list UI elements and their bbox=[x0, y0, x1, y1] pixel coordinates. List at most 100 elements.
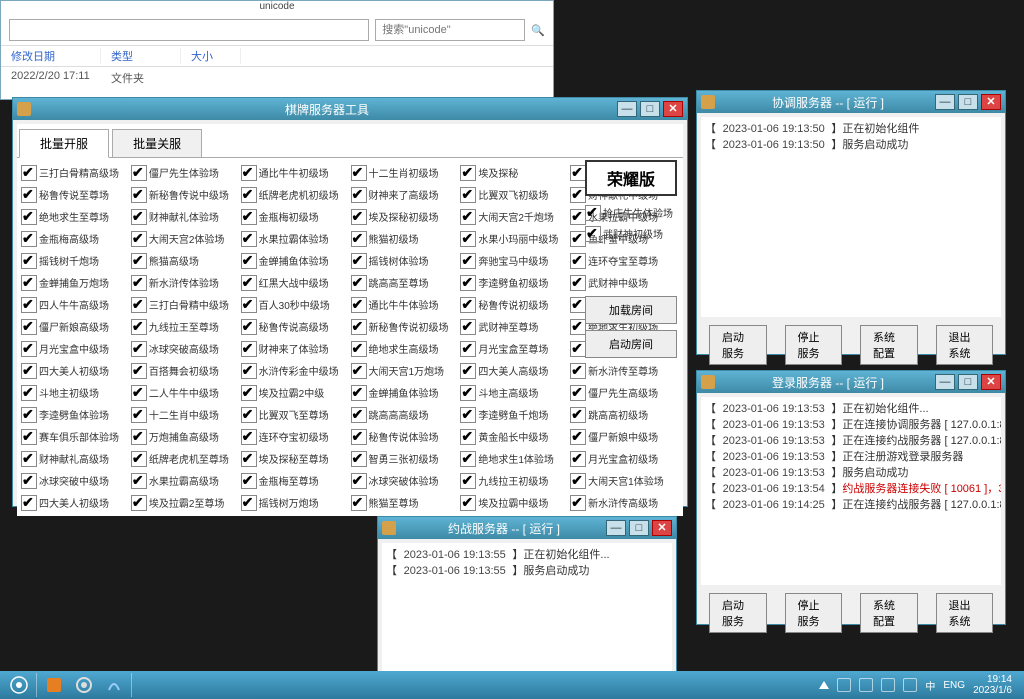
tray-icon[interactable] bbox=[837, 678, 851, 692]
checkbox-icon[interactable] bbox=[21, 231, 37, 247]
checkbox-icon[interactable] bbox=[131, 451, 147, 467]
load-rooms-button[interactable]: 加载房间 bbox=[585, 296, 677, 324]
checkbox-icon[interactable] bbox=[570, 341, 586, 357]
room-cell[interactable]: 秘鲁传说高级场 bbox=[241, 316, 350, 337]
checkbox-icon[interactable] bbox=[241, 275, 257, 291]
room-cell[interactable]: 大闹天宫1体验场 bbox=[570, 470, 679, 491]
room-cell[interactable]: 武财神初级场 bbox=[585, 223, 677, 244]
room-cell[interactable]: 四大美人初级场 bbox=[21, 492, 130, 513]
checkbox-icon[interactable] bbox=[21, 363, 37, 379]
room-cell[interactable]: 通比牛牛体验场 bbox=[351, 294, 460, 315]
room-cell[interactable]: 连环夺宝初级场 bbox=[241, 426, 350, 447]
room-cell[interactable]: 冰球突破高级场 bbox=[131, 338, 240, 359]
room-cell[interactable]: 九线拉王初级场 bbox=[460, 470, 569, 491]
room-cell[interactable]: 十二生肖初级场 bbox=[351, 162, 460, 183]
checkbox-icon[interactable] bbox=[131, 429, 147, 445]
room-cell[interactable]: 金瓶梅高级场 bbox=[21, 228, 130, 249]
room-cell[interactable]: 埃及探秘至尊场 bbox=[241, 448, 350, 469]
checkbox-icon[interactable] bbox=[131, 407, 147, 423]
checkbox-icon[interactable] bbox=[460, 297, 476, 313]
checkbox-icon[interactable] bbox=[241, 187, 257, 203]
checkbox-icon[interactable] bbox=[351, 319, 367, 335]
minimize-button[interactable]: — bbox=[606, 520, 626, 536]
room-cell[interactable]: 僵尸新娘高级场 bbox=[21, 316, 130, 337]
explorer-tab[interactable]: unicode bbox=[1, 1, 553, 15]
checkbox-icon[interactable] bbox=[131, 385, 147, 401]
checkbox-icon[interactable] bbox=[241, 253, 257, 269]
room-cell[interactable]: 新秘鲁传说中级场 bbox=[131, 184, 240, 205]
room-cell[interactable]: 冰球突破体验场 bbox=[351, 470, 460, 491]
maximize-button[interactable]: □ bbox=[640, 101, 660, 117]
checkbox-icon[interactable] bbox=[21, 429, 37, 445]
checkbox-icon[interactable] bbox=[351, 385, 367, 401]
checkbox-icon[interactable] bbox=[131, 363, 147, 379]
checkbox-icon[interactable] bbox=[351, 231, 367, 247]
clock[interactable]: 19:14 2023/1/6 bbox=[973, 674, 1012, 696]
checkbox-icon[interactable] bbox=[131, 473, 147, 489]
checkbox-icon[interactable] bbox=[460, 385, 476, 401]
room-cell[interactable]: 绝地求生1体验场 bbox=[460, 448, 569, 469]
room-cell[interactable]: 秘鲁传说初级场 bbox=[460, 294, 569, 315]
room-cell[interactable]: 百搭舞会初级场 bbox=[131, 360, 240, 381]
tab-batch-open[interactable]: 批量开服 bbox=[19, 129, 109, 158]
room-cell[interactable]: 斗地主高级场 bbox=[460, 382, 569, 403]
room-cell[interactable]: 摇钱树万炮场 bbox=[241, 492, 350, 513]
room-cell[interactable]: 熊猫初级场 bbox=[351, 228, 460, 249]
checkbox-icon[interactable] bbox=[131, 341, 147, 357]
checkbox-icon[interactable] bbox=[21, 253, 37, 269]
close-button[interactable]: ✕ bbox=[981, 94, 1001, 110]
room-cell[interactable]: 跳高高至尊场 bbox=[351, 272, 460, 293]
checkbox-icon[interactable] bbox=[21, 297, 37, 313]
checkbox-icon[interactable] bbox=[570, 253, 586, 269]
taskbar-app-2[interactable] bbox=[69, 674, 99, 696]
checkbox-icon[interactable] bbox=[131, 319, 147, 335]
col-size[interactable]: 大小 bbox=[181, 48, 241, 64]
room-cell[interactable]: 财神来了体验场 bbox=[241, 338, 350, 359]
checkbox-icon[interactable] bbox=[351, 297, 367, 313]
checkbox-icon[interactable] bbox=[241, 473, 257, 489]
log-view[interactable]: 【 2023-01-06 19:13:55 】正在初始化组件...【 2023-… bbox=[382, 543, 672, 671]
checkbox-icon[interactable] bbox=[570, 473, 586, 489]
checkbox-icon[interactable] bbox=[570, 385, 586, 401]
taskbar-app-3[interactable] bbox=[99, 674, 129, 696]
tray-expand-icon[interactable] bbox=[819, 681, 829, 689]
room-cell[interactable]: 埃及探秘初级场 bbox=[351, 206, 460, 227]
room-cell[interactable]: 二人牛牛初级场 bbox=[131, 514, 240, 516]
checkbox-icon[interactable] bbox=[131, 187, 147, 203]
room-cell[interactable]: 僵尸先生高级场 bbox=[570, 382, 679, 403]
room-cell[interactable]: 新水浒传高级场 bbox=[570, 492, 679, 513]
file-row[interactable]: 2022/2/20 17:11 文件夹 bbox=[1, 67, 553, 89]
checkbox-icon[interactable] bbox=[131, 209, 147, 225]
room-cell[interactable]: 李逵劈鱼千炮场 bbox=[460, 404, 569, 425]
room-cell[interactable]: 抢庄牛牛体验场 bbox=[585, 202, 677, 223]
checkbox-icon[interactable] bbox=[21, 319, 37, 335]
taskbar[interactable]: 中 ENG 19:14 2023/1/6 bbox=[0, 671, 1024, 699]
checkbox-icon[interactable] bbox=[21, 165, 37, 181]
checkbox-icon[interactable] bbox=[21, 209, 37, 225]
checkbox-icon[interactable] bbox=[570, 297, 586, 313]
room-cell[interactable]: 水果小玛丽中级场 bbox=[460, 228, 569, 249]
checkbox-icon[interactable] bbox=[460, 165, 476, 181]
checkbox-icon[interactable] bbox=[351, 187, 367, 203]
room-cell[interactable]: 金瓶梅至尊场 bbox=[241, 470, 350, 491]
minimize-button[interactable]: — bbox=[935, 374, 955, 390]
checkbox-icon[interactable] bbox=[241, 363, 257, 379]
checkbox-icon[interactable] bbox=[131, 297, 147, 313]
titlebar[interactable]: 约战服务器 -- [ 运行 ] —□✕ bbox=[378, 517, 676, 539]
checkbox-icon[interactable] bbox=[21, 385, 37, 401]
checkbox-icon[interactable] bbox=[241, 495, 257, 511]
checkbox-icon[interactable] bbox=[21, 451, 37, 467]
room-cell[interactable]: 秘鲁传说至尊场 bbox=[21, 184, 130, 205]
checkbox-icon[interactable] bbox=[21, 275, 37, 291]
room-cell[interactable]: 九线拉王至尊场 bbox=[131, 316, 240, 337]
room-cell[interactable]: 水浒传彩金中级场 bbox=[241, 360, 350, 381]
room-cell[interactable]: 奔驰宝马中级场 bbox=[460, 250, 569, 271]
room-cell[interactable]: 冰球突破中级场 bbox=[21, 470, 130, 491]
room-cell[interactable]: 埃及拉霸2中级 bbox=[241, 382, 350, 403]
checkbox-icon[interactable] bbox=[460, 341, 476, 357]
config-button[interactable]: 系统配置 bbox=[860, 593, 918, 633]
room-cell[interactable]: 纸牌老虎机初级场 bbox=[241, 184, 350, 205]
checkbox-icon[interactable] bbox=[241, 319, 257, 335]
log-view[interactable]: 【 2023-01-06 19:13:53 】正在初始化组件...【 2023-… bbox=[701, 397, 1001, 585]
checkbox-icon[interactable] bbox=[21, 187, 37, 203]
